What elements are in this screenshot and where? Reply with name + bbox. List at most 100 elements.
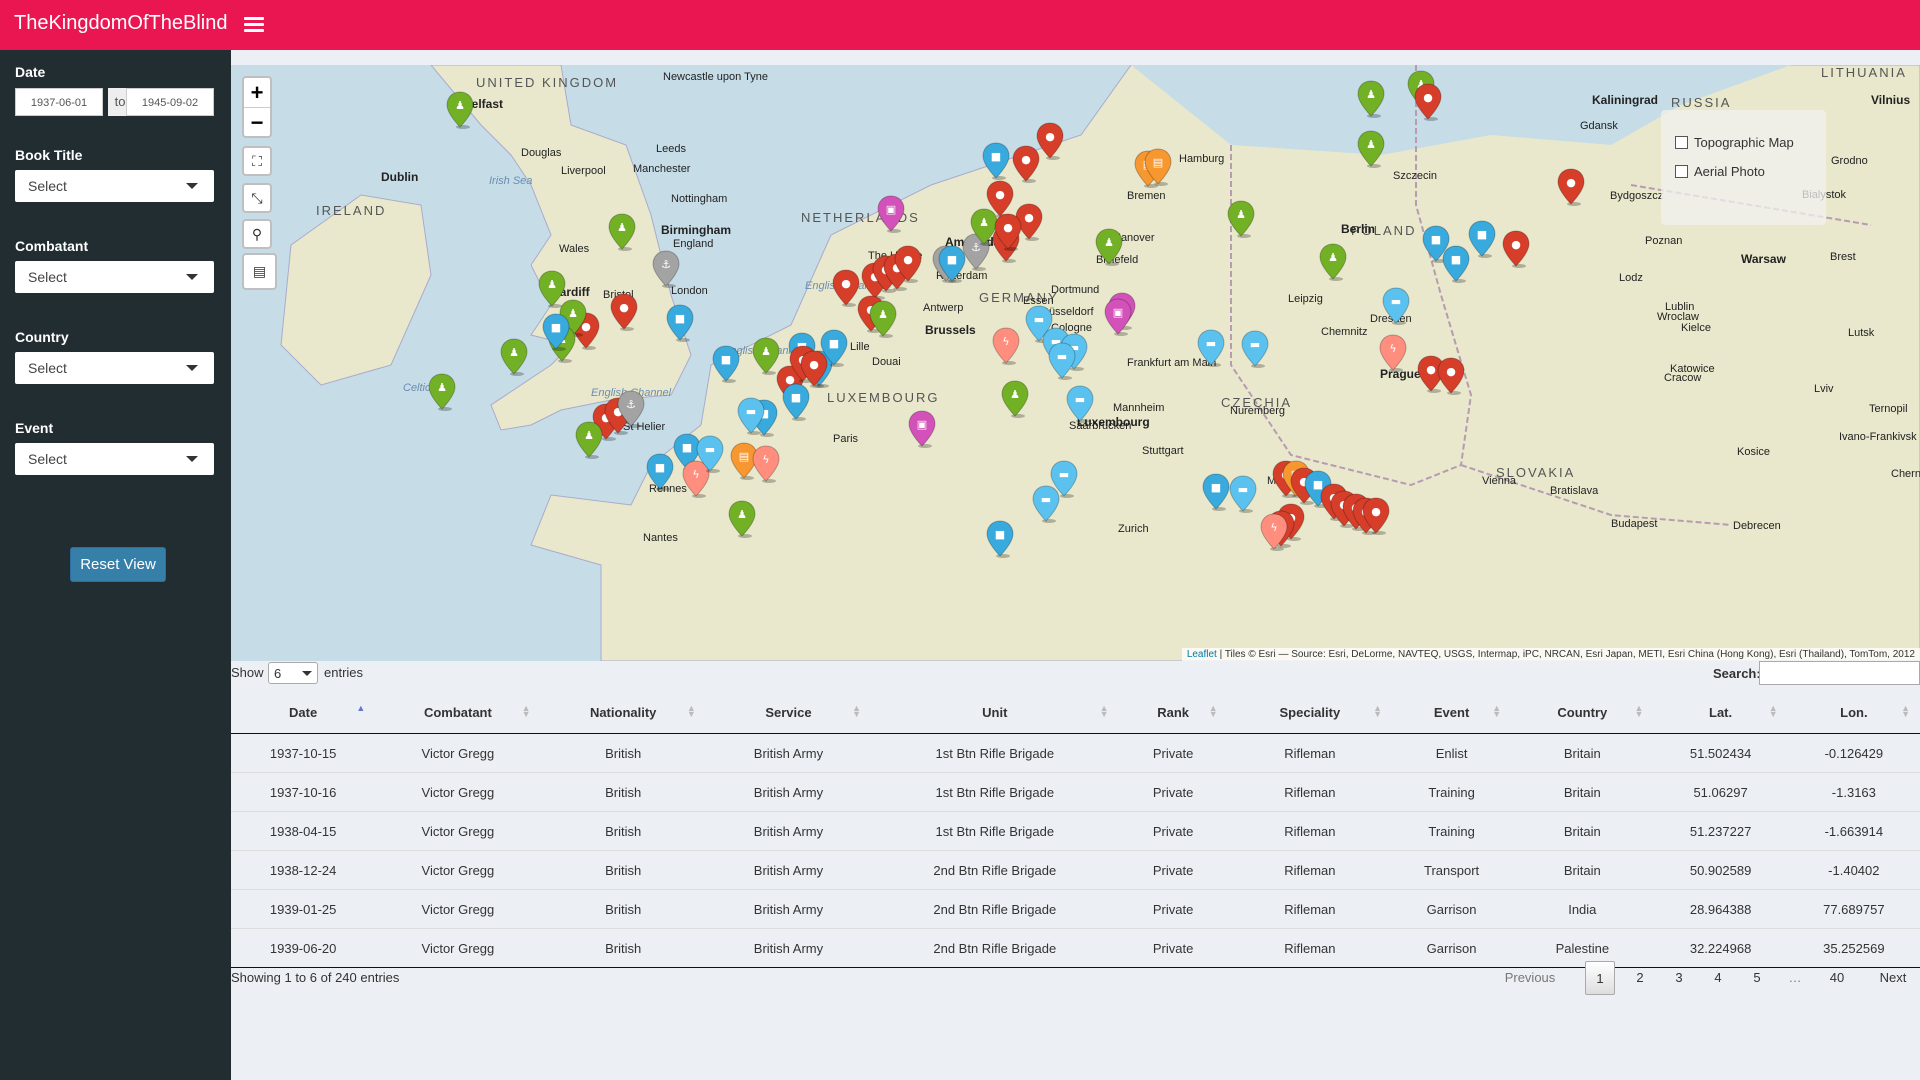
map-marker-icon[interactable]: ■: [1441, 245, 1471, 283]
page-2-button[interactable]: 2: [1625, 961, 1655, 995]
zoom-out-button[interactable]: −: [244, 108, 270, 137]
map-marker-icon[interactable]: ♟: [445, 91, 475, 129]
table-row[interactable]: 1938-12-24 Victor Gregg British British Arm…: [231, 850, 1920, 890]
map-marker-icon[interactable]: ●: [1501, 230, 1531, 268]
page-3-button[interactable]: 3: [1664, 961, 1694, 995]
reset-extent-icon[interactable]: ⤡: [242, 183, 272, 213]
col-header-rank[interactable]: Rank ▲ ▼: [1118, 691, 1228, 734]
map-marker-icon[interactable]: ϟ: [1259, 513, 1289, 551]
map-marker-icon[interactable]: ▬: [1381, 287, 1411, 325]
map-marker-icon[interactable]: ●: [1556, 168, 1586, 206]
map-marker-icon[interactable]: ϟ: [991, 327, 1021, 365]
layer-topographic[interactable]: Topographic Map: [1675, 135, 1794, 150]
map-marker-icon[interactable]: ▬: [1240, 330, 1270, 368]
map-marker-icon[interactable]: ●: [609, 293, 639, 331]
map-marker-icon[interactable]: ♟: [868, 300, 898, 338]
map-marker-icon[interactable]: ♟: [1094, 228, 1124, 266]
page-5-button[interactable]: 5: [1742, 961, 1772, 995]
map-marker-icon[interactable]: ▣: [876, 195, 906, 233]
map-marker-icon[interactable]: ■: [781, 383, 811, 421]
zoom-in-button[interactable]: +: [244, 78, 270, 108]
map-marker-icon[interactable]: ϟ: [751, 445, 781, 483]
app-title[interactable]: TheKingdomOfTheBlind: [14, 12, 227, 35]
map-marker-icon[interactable]: ▣: [1103, 298, 1133, 336]
table-row[interactable]: 1937-10-15 Victor Gregg British British Arm…: [231, 734, 1920, 773]
map-marker-icon[interactable]: ▬: [1031, 485, 1061, 523]
map-marker-icon[interactable]: ●: [1436, 357, 1466, 395]
layer-aerial[interactable]: Aerial Photo: [1675, 164, 1765, 179]
map-marker-icon[interactable]: ϟ: [1378, 334, 1408, 372]
map-marker-icon[interactable]: ♟: [499, 338, 529, 376]
col-header-service[interactable]: Service ▲ ▼: [705, 691, 872, 734]
fullscreen-icon[interactable]: ⛶: [242, 146, 272, 176]
checkbox-icon[interactable]: [1675, 136, 1688, 149]
map-marker-icon[interactable]: ♟: [1000, 380, 1030, 418]
col-header-nationality[interactable]: Nationality ▲ ▼: [540, 691, 706, 734]
date-to-input[interactable]: 1945-09-02: [126, 88, 214, 116]
map-marker-icon[interactable]: ⚓: [616, 390, 646, 428]
date-from-input[interactable]: 1937-06-01: [15, 88, 103, 116]
map-marker-icon[interactable]: ■: [711, 345, 741, 383]
map-marker-icon[interactable]: ⚓: [651, 250, 681, 288]
map-marker-icon[interactable]: ●: [1361, 497, 1391, 535]
map-marker-icon[interactable]: ■: [1467, 220, 1497, 258]
table-row[interactable]: 1938-04-15 Victor Gregg British British Arm…: [231, 811, 1920, 851]
map-marker-icon[interactable]: ●: [993, 213, 1023, 251]
map-marker-icon[interactable]: ♟: [607, 213, 637, 251]
map-marker-icon[interactable]: ♟: [1356, 130, 1386, 168]
col-header-speciality[interactable]: Speciality ▲ ▼: [1227, 691, 1392, 734]
book-title-select[interactable]: Select: [15, 170, 214, 202]
map-marker-icon[interactable]: ■: [645, 453, 675, 491]
page-4-button[interactable]: 4: [1703, 961, 1733, 995]
map-marker-icon[interactable]: ♟: [727, 500, 757, 538]
map-marker-icon[interactable]: ■: [1201, 473, 1231, 511]
combatant-select[interactable]: Select: [15, 261, 214, 293]
map[interactable]: UNITED KINGDOM IRELAND NETHERLANDS GERMANY P…: [231, 65, 1920, 661]
map-marker-icon[interactable]: ♟: [574, 421, 604, 459]
map-marker-icon[interactable]: ♟: [1356, 80, 1386, 118]
map-marker-icon[interactable]: ▬: [1196, 329, 1226, 367]
map-marker-icon[interactable]: ♟: [427, 373, 457, 411]
map-marker-icon[interactable]: ■: [541, 313, 571, 351]
layers-toggle-icon[interactable]: ▤: [242, 253, 277, 290]
search-input[interactable]: [1759, 661, 1920, 685]
map-marker-icon[interactable]: ■: [665, 304, 695, 342]
map-marker-icon[interactable]: ■: [981, 142, 1011, 180]
previous-page-button[interactable]: Previous: [1500, 961, 1560, 995]
map-marker-icon[interactable]: ♟: [1226, 200, 1256, 238]
page-size-select[interactable]: 6: [268, 662, 318, 684]
col-header-unit[interactable]: Unit ▲ ▼: [871, 691, 1119, 734]
col-header-event[interactable]: Event ▲ ▼: [1392, 691, 1512, 734]
reset-view-button[interactable]: Reset View: [70, 547, 166, 582]
map-marker-icon[interactable]: ▬: [1065, 385, 1095, 423]
col-header-lat[interactable]: Lat. ▲ ▼: [1653, 691, 1788, 734]
sort-asc-icon: ▲: [356, 703, 366, 713]
map-marker-icon[interactable]: ▣: [907, 410, 937, 448]
map-marker-icon[interactable]: ●: [893, 245, 923, 283]
map-marker-icon[interactable]: ▬: [736, 397, 766, 435]
next-page-button[interactable]: Next: [1873, 961, 1913, 995]
map-marker-icon[interactable]: ■: [937, 245, 967, 283]
col-header-country[interactable]: Country ▲ ▼: [1511, 691, 1654, 734]
page-40-button[interactable]: 40: [1822, 961, 1852, 995]
checkbox-icon[interactable]: [1675, 165, 1688, 178]
menu-toggle-icon[interactable]: [244, 14, 264, 34]
col-header-lon[interactable]: Lon. ▲ ▼: [1787, 691, 1920, 734]
leaflet-link[interactable]: Leaflet: [1187, 649, 1217, 660]
map-marker-icon[interactable]: ▬: [695, 435, 725, 473]
map-marker-icon[interactable]: ●: [1035, 122, 1065, 160]
col-header-date[interactable]: Date ▲: [231, 691, 376, 734]
map-marker-icon[interactable]: ♟: [1318, 243, 1348, 281]
col-header-combatant[interactable]: Combatant ▲ ▼: [375, 691, 541, 734]
map-marker-icon[interactable]: ■: [985, 520, 1015, 558]
table-row[interactable]: 1937-10-16 Victor Gregg British British Arm…: [231, 772, 1920, 812]
map-marker-icon[interactable]: ●: [1413, 83, 1443, 121]
map-marker-icon[interactable]: ▬: [1047, 342, 1077, 380]
country-select[interactable]: Select: [15, 352, 214, 384]
event-select[interactable]: Select: [15, 443, 214, 475]
table-row[interactable]: 1939-01-25 Victor Gregg British British Arm…: [231, 889, 1920, 929]
map-marker-icon[interactable]: ▬: [1228, 475, 1258, 513]
page-1-button[interactable]: 1: [1585, 961, 1615, 995]
map-marker-icon[interactable]: ▤: [1143, 148, 1173, 186]
search-icon[interactable]: ⚲: [242, 219, 272, 249]
